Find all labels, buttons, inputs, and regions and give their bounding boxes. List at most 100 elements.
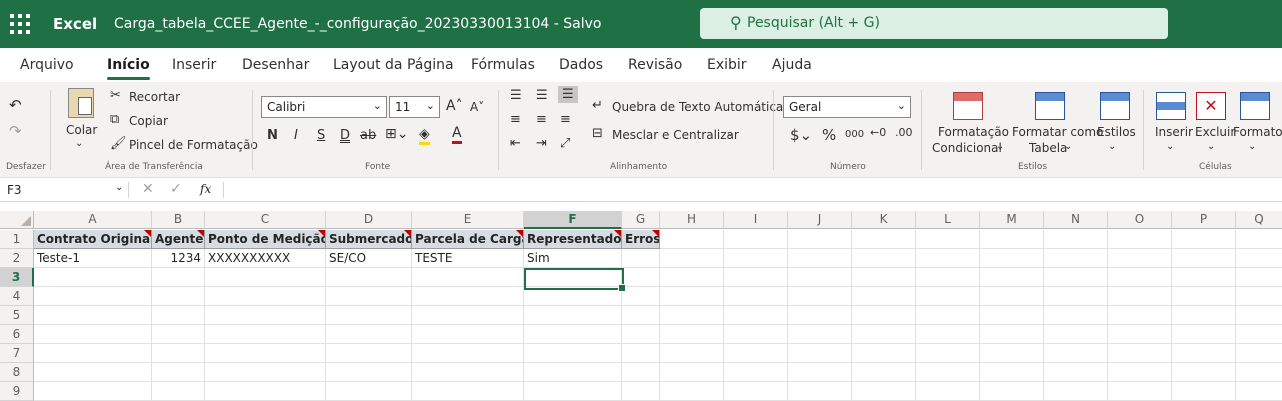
table-cell[interactable]: Sim: [524, 249, 622, 268]
redo-icon[interactable]: ↷: [9, 122, 22, 140]
column-header[interactable]: M: [980, 211, 1044, 229]
row-header[interactable]: 9: [0, 382, 34, 401]
delete-cells-button[interactable]: Excluir: [1195, 125, 1235, 139]
fill-color-icon[interactable]: ◈: [419, 126, 430, 145]
table-cell[interactable]: 1234: [152, 249, 205, 268]
document-title[interactable]: Carga_tabela_CCEE_Agente_-_configuração_…: [114, 16, 601, 32]
column-header[interactable]: E: [412, 211, 524, 229]
table-cell[interactable]: XXXXXXXXXX: [205, 249, 326, 268]
cut-button[interactable]: Recortar: [129, 90, 180, 104]
format-cells-icon[interactable]: [1240, 92, 1270, 120]
percent-icon[interactable]: %: [822, 126, 836, 144]
paste-dropdown-icon[interactable]: ⌄: [75, 138, 83, 149]
column-header[interactable]: F: [524, 211, 622, 229]
column-header[interactable]: J: [788, 211, 852, 229]
column-header[interactable]: K: [852, 211, 916, 229]
delete-cells-icon[interactable]: ✕: [1196, 92, 1226, 120]
table-header-cell[interactable]: Erros: [622, 230, 660, 249]
decrease-indent-icon[interactable]: ⇤: [510, 136, 521, 151]
strikethrough-button[interactable]: ab: [360, 128, 376, 143]
increase-indent-icon[interactable]: ⇥: [536, 136, 547, 151]
wrap-text-icon[interactable]: ↵: [592, 98, 603, 113]
paste-icon[interactable]: [68, 88, 94, 118]
worksheet-grid[interactable]: A B C D E F G H I J K L M N O P Q 1 2 3 …: [0, 211, 1282, 401]
column-header[interactable]: N: [1044, 211, 1108, 229]
cancel-icon[interactable]: ✕: [142, 181, 154, 197]
table-header-cell[interactable]: Agente: [152, 230, 205, 249]
currency-icon[interactable]: $⌄: [790, 126, 812, 144]
insert-cells-icon[interactable]: [1156, 92, 1186, 120]
row-header[interactable]: 8: [0, 363, 34, 382]
chevron-down-icon[interactable]: ⌄: [1248, 141, 1256, 152]
copy-button[interactable]: Copiar: [129, 114, 168, 128]
table-cell[interactable]: TESTE: [412, 249, 524, 268]
tab-inicio[interactable]: Início: [107, 57, 150, 80]
cut-icon[interactable]: ✂: [110, 88, 121, 103]
increase-decimal-icon[interactable]: ←0: [870, 126, 886, 139]
insert-function-icon[interactable]: fx: [200, 182, 211, 196]
chevron-down-icon[interactable]: ⌄: [115, 182, 123, 193]
tab-desenhar[interactable]: Desenhar: [242, 57, 309, 73]
align-left-icon[interactable]: ≡: [510, 112, 521, 127]
underline-button[interactable]: S: [317, 128, 325, 143]
format-painter-button[interactable]: Pincel de Formatação: [129, 138, 258, 152]
table-header-cell[interactable]: Ponto de Medição: [205, 230, 326, 249]
chevron-down-icon[interactable]: ⌄: [996, 141, 1004, 152]
table-header-cell[interactable]: Representado: [524, 230, 622, 249]
conditional-formatting-label-2[interactable]: Condicional: [932, 141, 1002, 155]
tab-revisao[interactable]: Revisão: [628, 57, 682, 73]
app-launcher-icon[interactable]: [10, 14, 30, 34]
chevron-down-icon[interactable]: ⌄: [1064, 141, 1072, 152]
cell-styles-button[interactable]: Estilos: [1097, 125, 1136, 139]
format-painter-icon[interactable]: 🖌: [110, 136, 127, 151]
conditional-formatting-icon[interactable]: [953, 92, 983, 120]
cell-styles-icon[interactable]: [1100, 92, 1130, 120]
format-cells-button[interactable]: Formato: [1233, 125, 1282, 139]
enter-icon[interactable]: ✓: [170, 181, 182, 197]
align-bottom-icon[interactable]: ☰: [558, 86, 578, 103]
orientation-icon[interactable]: ⤢: [560, 136, 570, 151]
paste-button[interactable]: Colar: [66, 123, 97, 137]
chevron-down-icon[interactable]: ⌄: [1166, 141, 1174, 152]
column-header[interactable]: Q: [1236, 211, 1282, 229]
name-box[interactable]: F3: [7, 183, 22, 197]
row-header[interactable]: 2: [0, 249, 34, 268]
font-color-icon[interactable]: A: [452, 125, 462, 144]
double-underline-button[interactable]: D: [340, 128, 350, 143]
tab-dados[interactable]: Dados: [559, 57, 603, 73]
number-format-select[interactable]: Geral ⌄: [783, 96, 911, 118]
row-header[interactable]: 3: [0, 268, 34, 287]
copy-icon[interactable]: ⧉: [110, 112, 119, 127]
column-header[interactable]: O: [1108, 211, 1172, 229]
insert-cells-button[interactable]: Inserir: [1155, 125, 1193, 139]
align-center-icon[interactable]: ≡: [536, 112, 547, 127]
borders-icon[interactable]: ⊞⌄: [385, 126, 408, 142]
bold-button[interactable]: N: [267, 128, 278, 143]
search-input[interactable]: ⚲ Pesquisar (Alt + G): [700, 8, 1168, 39]
table-cell[interactable]: SE/CO: [326, 249, 412, 268]
shrink-font-icon[interactable]: A˅: [470, 100, 484, 114]
font-size-select[interactable]: 11 ⌄: [389, 96, 440, 118]
row-header[interactable]: 6: [0, 325, 34, 344]
undo-icon[interactable]: ↶: [9, 96, 22, 114]
column-header[interactable]: H: [660, 211, 724, 229]
chevron-down-icon[interactable]: ⌄: [726, 128, 734, 139]
align-middle-icon[interactable]: ☰: [536, 88, 548, 103]
format-as-table-label-1[interactable]: Formatar como: [1012, 125, 1103, 139]
tab-arquivo[interactable]: Arquivo: [20, 57, 74, 73]
chevron-down-icon[interactable]: ⌄: [1108, 141, 1116, 152]
app-name[interactable]: Excel: [53, 15, 97, 33]
column-header[interactable]: L: [916, 211, 980, 229]
merge-center-button[interactable]: Mesclar e Centralizar: [612, 128, 739, 142]
tab-formulas[interactable]: Fórmulas: [471, 57, 535, 73]
tab-layout[interactable]: Layout da Página: [333, 57, 454, 73]
column-header[interactable]: G: [622, 211, 660, 229]
grow-font-icon[interactable]: A˄: [446, 98, 463, 114]
font-name-select[interactable]: Calibri ⌄: [261, 96, 387, 118]
row-header[interactable]: 1: [0, 230, 34, 249]
decrease-decimal-icon[interactable]: .00: [895, 126, 913, 139]
table-header-cell[interactable]: Submercado: [326, 230, 412, 249]
table-header-cell[interactable]: Contrato Original: [34, 230, 152, 249]
select-all-corner[interactable]: [0, 211, 34, 229]
column-header[interactable]: C: [205, 211, 326, 229]
